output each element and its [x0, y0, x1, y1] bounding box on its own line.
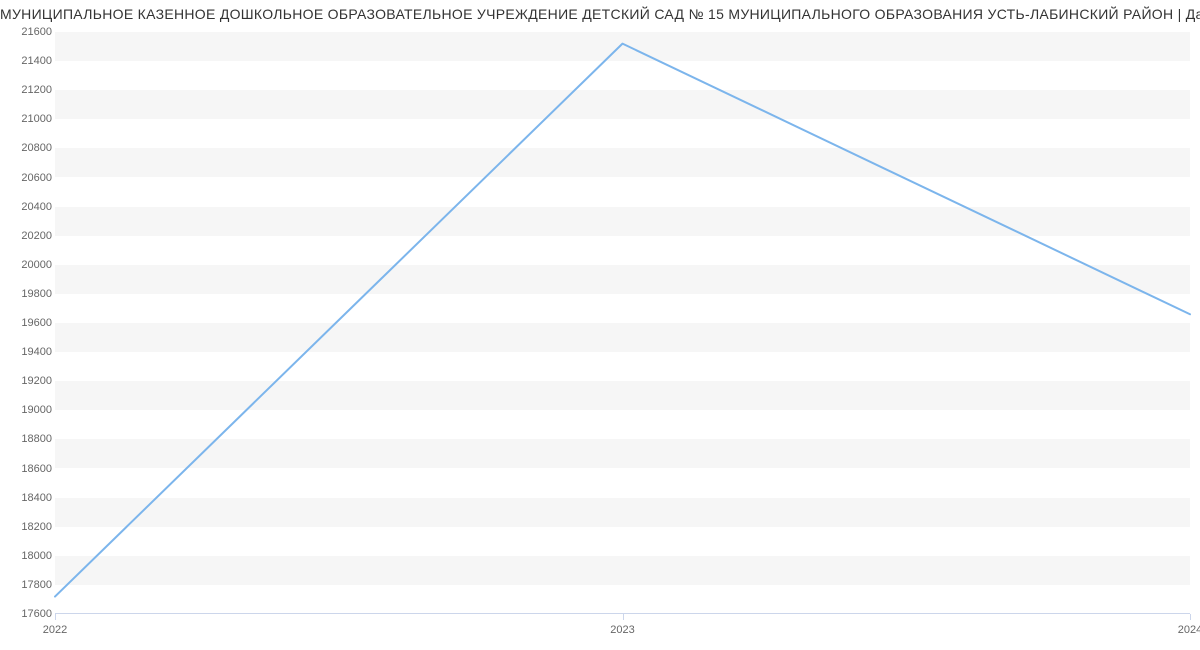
x-tick: [1190, 614, 1191, 620]
x-tick-label: 2022: [43, 624, 67, 636]
y-tick-label: 17600: [7, 608, 52, 620]
y-tick-label: 20800: [7, 142, 52, 154]
y-tick-label: 18200: [7, 521, 52, 533]
x-tick-label: 2023: [610, 624, 634, 636]
plot-area: [55, 32, 1190, 614]
y-tick-label: 19600: [7, 317, 52, 329]
x-tick-label: 2024: [1178, 624, 1200, 636]
y-tick-label: 19800: [7, 288, 52, 300]
y-tick-label: 19400: [7, 346, 52, 358]
y-tick-label: 18600: [7, 463, 52, 475]
y-tick-label: 20200: [7, 230, 52, 242]
y-tick-label: 21400: [7, 55, 52, 67]
x-tick: [623, 614, 624, 620]
x-tick: [55, 614, 56, 620]
chart-svg: [55, 32, 1190, 614]
y-tick-label: 18400: [7, 492, 52, 504]
y-tick-label: 20400: [7, 201, 52, 213]
y-tick-label: 19000: [7, 404, 52, 416]
y-tick-label: 20000: [7, 259, 52, 271]
y-tick-label: 19200: [7, 375, 52, 387]
chart-title: МУНИЦИПАЛЬНОЕ КАЗЕННОЕ ДОШКОЛЬНОЕ ОБРАЗО…: [0, 0, 1200, 22]
y-tick-label: 18000: [7, 550, 52, 562]
series-line: [55, 44, 1190, 597]
y-tick-label: 20600: [7, 172, 52, 184]
y-tick-label: 17800: [7, 579, 52, 591]
y-tick-label: 21200: [7, 84, 52, 96]
y-tick-label: 21600: [7, 26, 52, 38]
chart-area: 17600 17800 18000 18200 18400 18600 18800 19000…: [0, 28, 1200, 640]
y-tick-label: 21000: [7, 113, 52, 125]
y-tick-label: 18800: [7, 433, 52, 445]
